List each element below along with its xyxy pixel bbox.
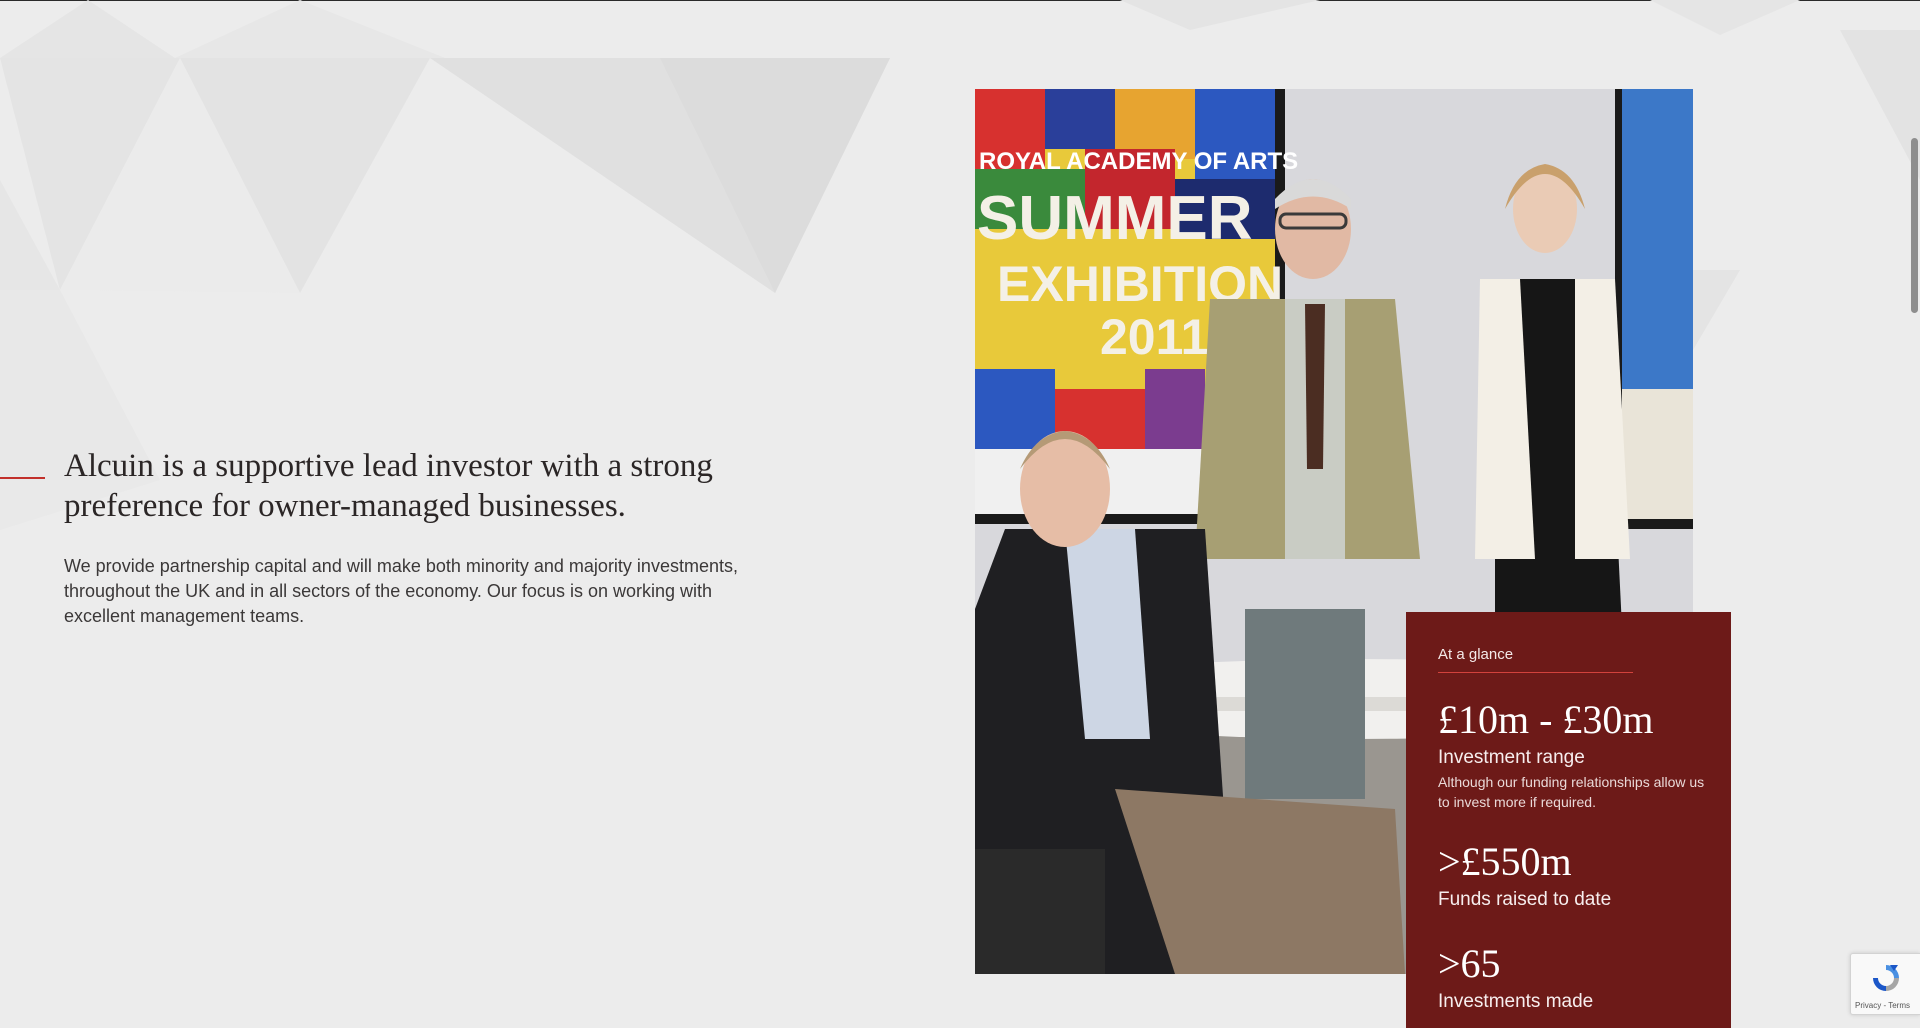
intro-heading: Alcuin is a supportive lead investor wit… [64, 448, 713, 524]
recaptcha-terms-link[interactable]: Terms [1888, 1001, 1910, 1010]
stat-label: Investments made [1438, 991, 1594, 1012]
stat-investments-made: >65 Investments made [1438, 942, 1718, 1014]
stat-value: £10m - £30m [1438, 697, 1654, 742]
poster-line-2: SUMMER [977, 184, 1253, 253]
page-scrollbar[interactable] [1908, 0, 1920, 1028]
glance-label: At a glance [1438, 646, 1514, 663]
stat-label: Investment range [1438, 747, 1585, 768]
glance-divider [1438, 672, 1633, 673]
poster-line-4: 2011 [1100, 309, 1208, 365]
scrollbar-thumb[interactable] [1911, 138, 1918, 313]
poster-line-1: ROYAL ACADEMY OF ARTS [979, 148, 1298, 175]
stat-investment-range: £10m - £30m Investment range Although ou… [1438, 698, 1718, 812]
intro-body: We provide partnership capital and will … [64, 556, 738, 626]
stat-funds-raised: >£550m Funds raised to date [1438, 840, 1718, 912]
at-a-glance-panel: At a glance £10m - £30m Investment range… [1406, 612, 1731, 1028]
intro-accent-line [0, 477, 45, 479]
stat-note: Although our funding relationships allow… [1438, 774, 1705, 810]
stat-label: Funds raised to date [1438, 889, 1612, 910]
recaptcha-privacy-link[interactable]: Privacy [1855, 1001, 1881, 1010]
stat-value: >£550m [1438, 839, 1572, 884]
recaptcha-links: Privacy - Terms [1855, 1001, 1910, 1010]
stat-value: >65 [1438, 941, 1501, 986]
recaptcha-badge[interactable]: Privacy - Terms [1850, 953, 1920, 1015]
recaptcha-icon [1873, 965, 1899, 991]
page: Alcuin is a supportive lead investor wit… [0, 0, 1920, 1028]
